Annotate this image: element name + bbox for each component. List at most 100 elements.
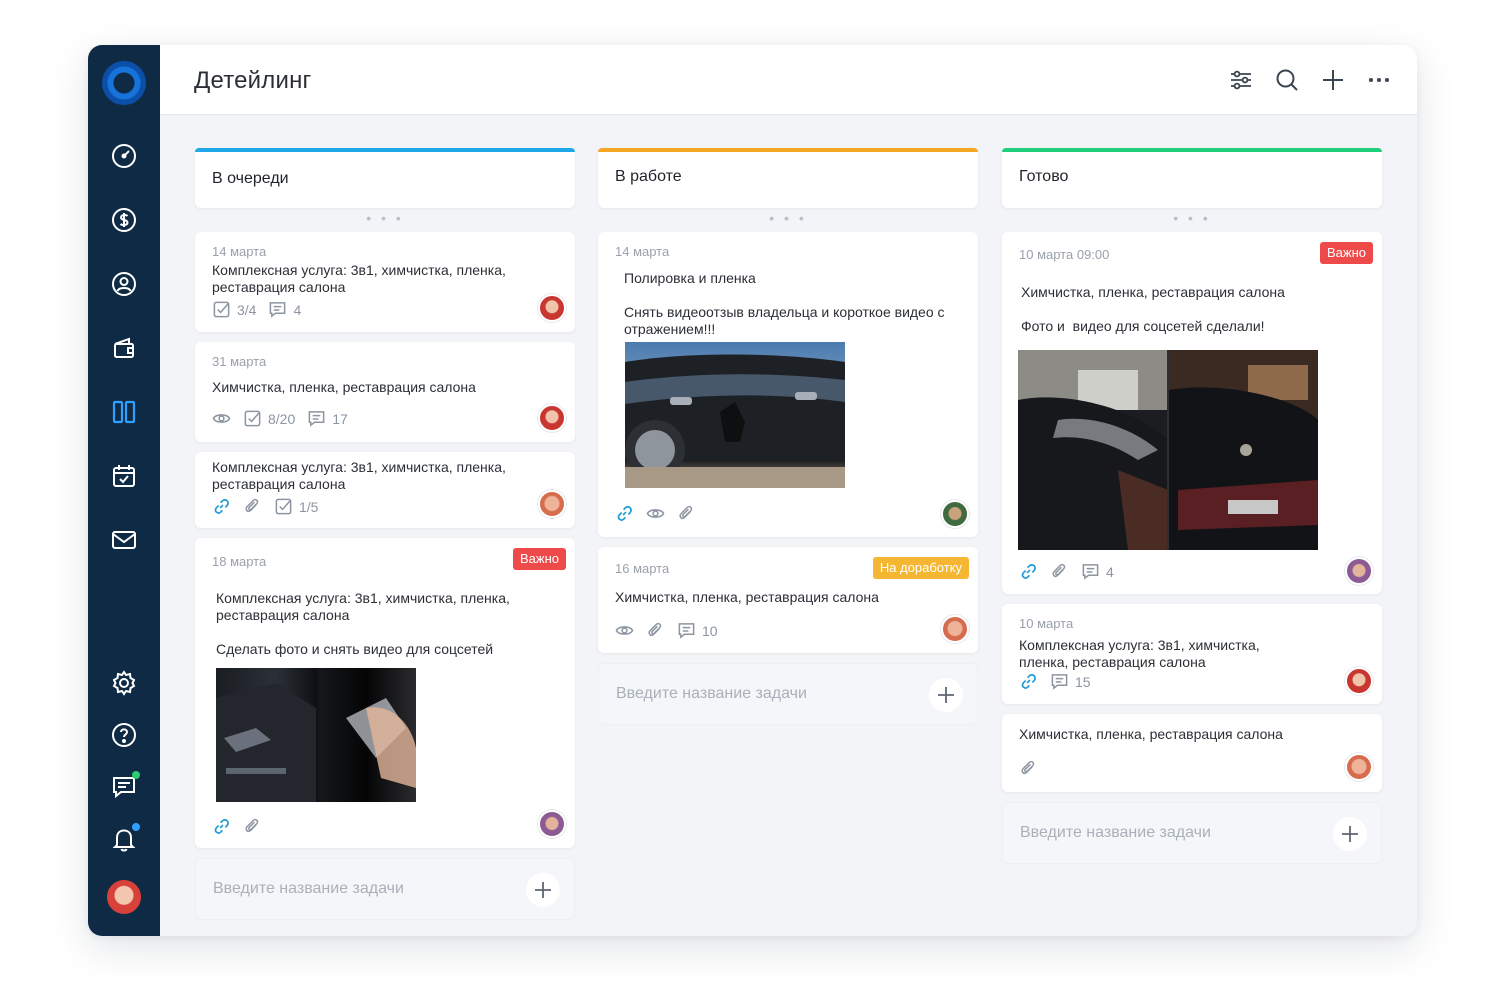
column-in-progress: В работе • • • 14 марта Полировка и плен…	[598, 148, 978, 725]
card-image[interactable]	[216, 668, 416, 802]
column-header[interactable]: В работе	[598, 148, 978, 208]
add-task-button[interactable]	[526, 873, 560, 907]
assignee-avatar[interactable]	[538, 810, 566, 838]
link-icon	[214, 499, 229, 514]
checklist-icon	[213, 301, 230, 318]
assignee-avatar[interactable]	[538, 404, 566, 432]
comment-icon	[678, 623, 695, 639]
card-meta: 1/5	[212, 497, 318, 516]
plus-icon	[938, 687, 954, 703]
column-color-bar	[598, 148, 978, 152]
settings-icon[interactable]	[106, 665, 142, 701]
assignee-avatar[interactable]	[1345, 557, 1373, 585]
column-header[interactable]: Готово	[1002, 148, 1382, 208]
column-title: В очереди	[212, 170, 289, 187]
card-meta: 8/20 17	[212, 409, 348, 428]
priority-badge: Важно	[1319, 242, 1373, 264]
dollar-icon[interactable]	[106, 202, 142, 238]
chat-icon[interactable]	[106, 769, 142, 805]
card-meta	[1019, 759, 1038, 778]
plus-icon[interactable]	[1318, 65, 1348, 95]
card-description: Сделать фото и снять видео для соцсетей	[216, 641, 494, 657]
comment-icon	[1082, 564, 1099, 580]
add-task-button[interactable]	[1333, 817, 1367, 851]
comment-icon	[1051, 674, 1068, 690]
card-meta: 10	[615, 621, 718, 640]
assignee-avatar[interactable]	[538, 490, 566, 518]
checklist-icon	[275, 498, 292, 515]
card-meta: 3/4 4	[212, 300, 301, 319]
comment-count: 15	[1075, 673, 1091, 690]
user-avatar[interactable]	[105, 878, 143, 916]
page-title: Детейлинг	[194, 67, 312, 94]
card-title: Комплексная услуга: 3в1, химчистка, плен…	[212, 262, 506, 295]
priority-badge: Важно	[512, 548, 566, 570]
wallet-icon[interactable]	[106, 330, 142, 366]
more-icon[interactable]	[1364, 65, 1394, 95]
card-date: 18 марта	[212, 554, 267, 569]
column-title: Готово	[1019, 168, 1069, 185]
watch-icon	[212, 414, 231, 423]
bell-icon[interactable]	[106, 821, 142, 857]
task-card[interactable]: 31 марта Химчистка, пленка, реставрация …	[195, 342, 575, 442]
card-image[interactable]	[1018, 350, 1318, 550]
column-drag-handle[interactable]: • • •	[195, 208, 575, 232]
add-task-button[interactable]	[929, 678, 963, 712]
user-icon[interactable]	[106, 266, 142, 302]
task-card[interactable]: 14 марта Комплексная услуга: 3в1, химчис…	[195, 232, 575, 332]
assignee-avatar[interactable]	[941, 500, 969, 528]
calendar-icon[interactable]	[106, 458, 142, 494]
app-window: Детейлинг В очереди • • • 14 марта Компл…	[88, 45, 1417, 936]
card-date: 14 марта	[615, 244, 670, 259]
card-title: Полировка и пленка	[624, 270, 756, 286]
search-icon[interactable]	[1272, 65, 1302, 95]
chat-unread-dot	[132, 771, 140, 779]
watch-icon	[646, 509, 665, 518]
sidebar	[88, 45, 160, 936]
task-card[interactable]: 16 марта На доработку Химчистка, пленка,…	[598, 547, 978, 653]
card-title: Химчистка, пленка, реставрация салона	[615, 589, 879, 605]
attachment-icon	[648, 622, 662, 637]
comment-count: 10	[702, 622, 718, 639]
task-card[interactable]: 14 марта Полировка и пленка Снять видеоо…	[598, 232, 978, 537]
add-task-row[interactable]: Введите название задачи	[598, 663, 978, 725]
card-image[interactable]	[625, 342, 845, 488]
assignee-avatar[interactable]	[538, 294, 566, 322]
app-logo[interactable]	[102, 61, 146, 105]
card-meta: 4	[1019, 562, 1114, 581]
card-meta	[615, 504, 696, 523]
mail-icon[interactable]	[106, 522, 142, 558]
card-date: 10 марта	[1019, 616, 1074, 631]
task-card[interactable]: 10 марта 09:00 Важно Химчистка, пленка, …	[1002, 232, 1382, 594]
column-drag-handle[interactable]: • • •	[598, 208, 978, 232]
attachment-icon	[245, 498, 259, 513]
add-task-row[interactable]: Введите название задачи	[1002, 802, 1382, 864]
link-icon	[1021, 674, 1036, 689]
add-task-input[interactable]: Введите название задачи	[616, 685, 807, 703]
link-icon	[214, 819, 229, 834]
task-card[interactable]: Комплексная услуга: 3в1, химчистка, плен…	[195, 452, 575, 528]
add-task-row[interactable]: Введите название задачи	[195, 858, 575, 920]
assignee-avatar[interactable]	[1345, 667, 1373, 695]
column-color-bar	[1002, 148, 1382, 152]
assignee-avatar[interactable]	[941, 615, 969, 643]
card-title: Комплексная услуга: 3в1, химчистка, плен…	[212, 459, 506, 492]
column-header[interactable]: В очереди	[195, 148, 575, 208]
add-task-input[interactable]: Введите название задачи	[1020, 824, 1211, 842]
add-task-input[interactable]: Введите название задачи	[213, 880, 404, 898]
plus-icon	[535, 882, 551, 898]
comment-icon	[308, 411, 325, 427]
help-icon[interactable]	[106, 717, 142, 753]
comment-count: 4	[1106, 563, 1114, 580]
comment-count: 17	[332, 410, 348, 427]
card-title: Химчистка, пленка, реставрация салона	[1019, 726, 1283, 742]
task-card[interactable]: 10 марта Комплексная услуга: 3в1, химчис…	[1002, 604, 1382, 704]
board-icon[interactable]	[106, 394, 142, 430]
task-card[interactable]: Химчистка, пленка, реставрация салона	[1002, 714, 1382, 792]
dashboard-icon[interactable]	[106, 138, 142, 174]
filter-icon[interactable]	[1226, 65, 1256, 95]
assignee-avatar[interactable]	[1345, 753, 1373, 781]
notification-dot	[132, 823, 140, 831]
column-drag-handle[interactable]: • • •	[1002, 208, 1382, 232]
task-card[interactable]: 18 марта Важно Комплексная услуга: 3в1, …	[195, 538, 575, 848]
